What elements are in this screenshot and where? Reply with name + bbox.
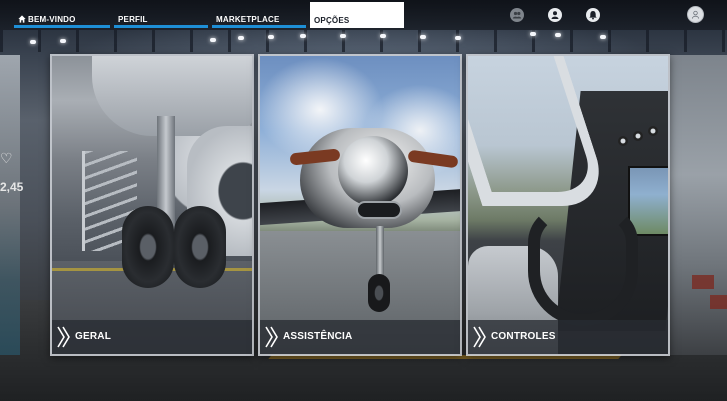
cargo-box (710, 295, 727, 309)
ceiling-light (300, 34, 306, 38)
ceiling-light (600, 35, 606, 39)
card-label-bar: CONTROLES (468, 320, 668, 354)
chevron-right-icon (473, 326, 487, 348)
ceiling-light (238, 36, 244, 40)
tab-label: OPÇÕES (314, 16, 350, 25)
card-assistencia[interactable]: ASSISTÊNCIA (258, 54, 462, 356)
card-label: ASSISTÊNCIA (283, 331, 353, 342)
ceiling-light (380, 34, 386, 38)
hangar-ceiling-truss (0, 30, 727, 52)
card-label-bar: GERAL (52, 320, 252, 354)
person-icon-glyph (551, 11, 559, 19)
tab-perfil[interactable]: PERFIL (114, 10, 208, 28)
top-navigation-bar: BEM-VINDO PERFIL MARKETPLACE OPÇÕES (0, 0, 727, 30)
landing-gear-image (52, 56, 252, 354)
cockpit-image (468, 56, 668, 354)
ceiling-light (210, 38, 216, 42)
right-peek-scene (670, 55, 727, 355)
ceiling-light (420, 35, 426, 39)
card-controles[interactable]: CONTROLES (466, 54, 670, 356)
chevron-right-icon (265, 326, 279, 348)
ceiling-light (455, 36, 461, 40)
group-icon[interactable] (510, 8, 524, 22)
avatar-glyph-icon (691, 10, 700, 19)
tab-label: MARKETPLACE (216, 15, 280, 24)
tab-label: PERFIL (118, 15, 148, 24)
cargo-box (692, 275, 714, 289)
tab-opcoes[interactable]: OPÇÕES (310, 2, 404, 28)
ceiling-light (530, 32, 536, 36)
heart-icon: ♡ (0, 150, 13, 166)
left-peek-card (0, 55, 20, 355)
notifications-icon[interactable] (586, 8, 600, 22)
ceiling-light (340, 34, 346, 38)
group-icon-glyph (512, 11, 522, 19)
tab-marketplace[interactable]: MARKETPLACE (212, 10, 306, 28)
ceiling-light (555, 33, 561, 37)
chevron-right-icon (57, 326, 71, 348)
left-peek-price: 2,45 (0, 180, 24, 194)
card-label: CONTROLES (491, 331, 556, 342)
card-label: GERAL (75, 331, 111, 342)
tab-bem-vindo[interactable]: BEM-VINDO (14, 10, 110, 28)
card-geral[interactable]: GERAL (50, 54, 254, 356)
bell-icon-glyph (589, 11, 597, 20)
card-label-bar: ASSISTÊNCIA (260, 320, 460, 354)
profile-icon[interactable] (548, 8, 562, 22)
avatar[interactable] (687, 6, 704, 23)
tab-label: BEM-VINDO (28, 15, 76, 24)
ceiling-light (60, 39, 66, 43)
home-icon (18, 15, 26, 23)
propeller-plane-image (260, 56, 460, 354)
ceiling-light (268, 35, 274, 39)
ceiling-light (30, 40, 36, 44)
